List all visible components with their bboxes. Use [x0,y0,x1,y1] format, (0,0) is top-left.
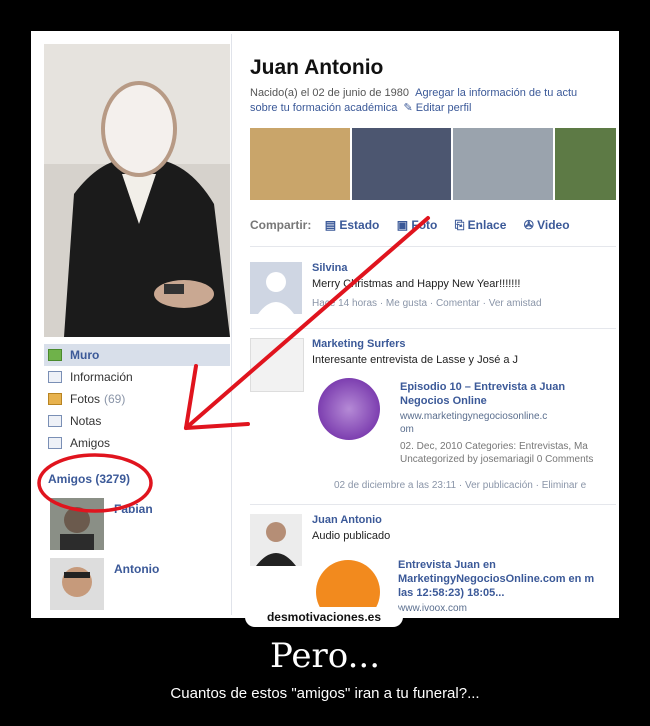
profile-meta: Nacido(a) el 02 de junio de 1980 Agregar… [250,87,578,114]
photos-icon [48,393,62,405]
divider [250,246,616,247]
divider [250,504,616,505]
link-title[interactable]: Entrevista Juan en MarketingyNegociosOnli… [398,558,594,600]
strip-photo-3[interactable] [453,128,553,200]
nav-item-notas[interactable]: Notas [44,410,230,432]
notes-icon [48,415,62,427]
friend-name-2[interactable]: Antonio [114,562,159,576]
link-url: www.ivoox.com [398,603,467,614]
friend-photo-2[interactable] [50,558,104,610]
caption-subtitle: Cuantos de estos "amigos" iran a tu fune… [170,685,480,702]
share-status-button[interactable]: ▤ Estado [325,218,380,232]
nav-item-amigos[interactable]: Amigos [44,432,230,454]
share-video-button[interactable]: ✇ Video [524,218,570,232]
post-juan-antonio: Juan Antonio Audio publicado Entrevista … [250,514,616,615]
profile-photo [44,44,230,337]
nav-item-fotos[interactable]: Fotos (69) [44,388,230,410]
share-photo-button[interactable]: ▣ Foto [397,218,438,232]
post-author[interactable]: Marketing Surfers [312,338,406,350]
share-bar: Compartir: ▤ Estado ▣ Foto ⎘ Enlace ✇ Vi… [250,218,584,233]
friend-name-1[interactable]: Fabian [114,502,153,516]
watermark: desmotivaciones.es [245,607,403,627]
share-link-button[interactable]: ⎘ Enlace [455,218,507,232]
education-link[interactable]: sobre tu formación académica [250,102,397,114]
divider [250,328,616,329]
avatar[interactable] [250,262,302,314]
strip-photo-4[interactable] [554,128,616,200]
friends-header[interactable]: Amigos (3279) [48,472,130,486]
strip-photo-2[interactable] [351,128,451,200]
post-meta: 02 de diciembre a las 23:11 · Ver public… [334,480,587,491]
post-text: Interesante entrevista de Lasse y José a… [312,354,519,366]
post-marketing-surfers: Marketing Surfers Interesante entrevista… [250,338,616,498]
link-description: 02. Dec, 2010 Categories: Entrevistas, M… [400,441,594,465]
add-info-link[interactable]: Agregar la información de tu actu [415,87,577,99]
friend-photo-1[interactable] [50,498,104,550]
link-url: www.marketingynegociosonline.c om [400,411,548,435]
friends-icon [48,437,62,449]
podcast-icon [318,378,380,440]
post-text: Audio publicado [312,530,391,542]
post-text: Merry Christmas and Happy New Year!!!!!!… [312,278,521,290]
caption-title: Pero... [269,636,381,676]
link-title[interactable]: Episodio 10 – Entrevista a Juan Negocios … [400,380,565,408]
photo-strip [250,128,616,200]
profile-name: Juan Antonio [250,56,384,79]
birthday-text: Nacido(a) el 02 de junio de 1980 [250,87,410,99]
post-author[interactable]: Silvina [312,262,347,274]
nav-item-informacion[interactable]: Información [44,366,230,388]
nav-item-muro[interactable]: Muro [44,344,230,366]
post-meta: Hace 14 horas · Me gusta · Comentar · Ve… [312,298,542,309]
strip-photo-1[interactable] [250,128,350,200]
post-author[interactable]: Juan Antonio [312,514,382,526]
avatar[interactable] [250,514,302,566]
info-icon [48,371,62,383]
profile-nav: Muro Información Fotos (69) Notas Amigos [44,344,230,454]
right-column: Juan Antonio Nacido(a) el 02 de junio de… [232,34,616,615]
poster-frame: Muro Información Fotos (69) Notas Amigos … [31,31,619,618]
facebook-screenshot: Muro Información Fotos (69) Notas Amigos … [34,34,616,615]
wall-icon [48,349,62,361]
edit-profile-link[interactable]: Editar perfil [416,102,472,114]
left-column: Muro Información Fotos (69) Notas Amigos … [34,34,231,615]
share-label: Compartir: [250,218,312,232]
avatar[interactable] [250,338,304,392]
post-silvina: Silvina Merry Christmas and Happy New Ye… [250,262,616,322]
